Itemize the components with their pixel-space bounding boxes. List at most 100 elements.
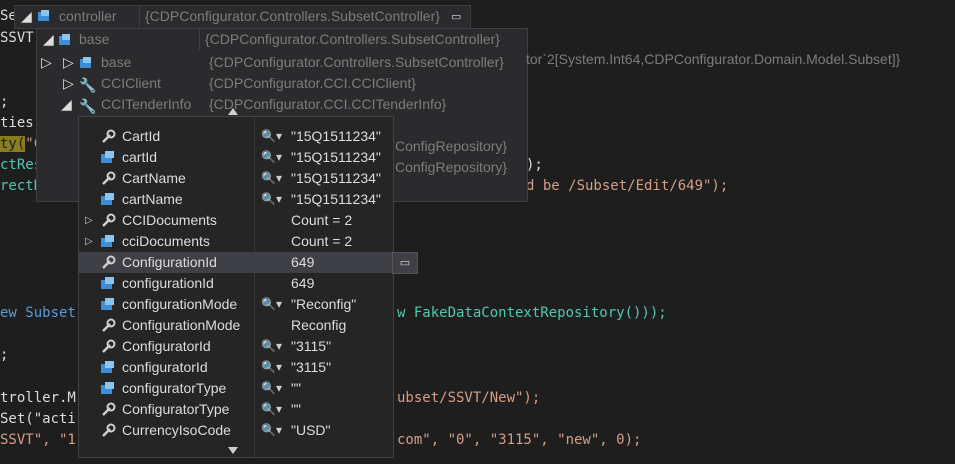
property-value[interactable]: "3115"	[291, 336, 331, 357]
magnifier-icon[interactable]: 🔍▾	[261, 336, 282, 357]
expand-arrow-icon[interactable]: ▷	[85, 210, 93, 231]
code-line: ubset/SSVT/New");	[397, 390, 541, 406]
grid-row[interactable]: cartName 🔍▾ "15Q1511234"	[79, 189, 393, 210]
wrench-icon	[100, 339, 116, 354]
truncated-value: ConfigRepository}	[395, 159, 508, 175]
wrench-icon	[100, 402, 116, 417]
magnifier-icon[interactable]: 🔍▾	[261, 168, 282, 189]
datatip-value: {CDPConfigurator.CCI.CCIClient}	[209, 75, 416, 91]
grid-row[interactable]: CartName 🔍▾ "15Q1511234"	[79, 168, 393, 189]
property-name: ConfiguratorId	[122, 338, 211, 354]
property-value[interactable]: "15Q1511234"	[291, 147, 381, 168]
wrench-icon	[100, 171, 116, 186]
grid-row[interactable]: configurationId 649	[79, 273, 393, 294]
grid-row[interactable]: CurrencyIsoCode 🔍▾ "USD"	[79, 420, 393, 441]
grid-row[interactable]: configuratorId 🔍▾ "3115"	[79, 357, 393, 378]
field-icon	[58, 32, 72, 46]
property-name: CartId	[122, 128, 161, 144]
pin-icon[interactable]: ▭	[451, 7, 461, 28]
code-line: ;	[0, 94, 9, 110]
wrench-icon	[100, 423, 116, 438]
property-value[interactable]: Reconfig	[291, 315, 346, 336]
datatip-name: CCITenderInfo	[101, 96, 192, 112]
expand-arrow-icon[interactable]: ◢	[43, 29, 54, 50]
magnifier-icon[interactable]: 🔍▾	[261, 147, 282, 168]
property-value[interactable]: ""	[291, 378, 301, 399]
grid-row[interactable]: cartId 🔍▾ "15Q1511234"	[79, 147, 393, 168]
wrench-icon	[100, 255, 116, 270]
grid-row[interactable]: configuratorType 🔍▾ ""	[79, 378, 393, 399]
grid-row[interactable]: ConfigurationId 649	[79, 252, 393, 273]
property-value[interactable]: ""	[291, 399, 301, 420]
grid-row[interactable]: ▷ cciDocuments Count = 2	[79, 231, 393, 252]
datatip-name: controller	[59, 8, 117, 24]
property-name: ConfigurationMode	[122, 317, 241, 333]
wrench-icon: 🔧	[79, 77, 97, 93]
magnifier-icon[interactable]: 🔍▾	[261, 294, 282, 315]
wrench-icon	[100, 213, 116, 228]
property-value[interactable]: "15Q1511234"	[291, 168, 381, 189]
grid-row[interactable]: configurationMode 🔍▾ "Reconfig"	[79, 294, 393, 315]
property-value[interactable]: 649	[291, 252, 314, 273]
field-icon	[100, 234, 116, 249]
code-line: SSVT	[0, 30, 34, 46]
field-icon	[100, 381, 116, 396]
code-line: w FakeDataContextRepository()));	[397, 305, 667, 321]
property-name: configuratorType	[122, 380, 227, 396]
magnifier-icon[interactable]: 🔍▾	[261, 126, 282, 147]
magnifier-icon[interactable]: 🔍▾	[261, 357, 282, 378]
grid-row[interactable]: CartId 🔍▾ "15Q1511234"	[79, 126, 393, 147]
property-grid[interactable]: CartId 🔍▾ "15Q1511234" cartId 🔍▾ "15Q1511234"…	[78, 108, 394, 458]
property-value[interactable]: Count = 2	[291, 231, 352, 252]
property-name: CCIDocuments	[122, 212, 217, 228]
expand-arrow-icon[interactable]: ▷	[63, 52, 74, 73]
truncated-value: tor`2[System.Int64,CDPConfigurator.Domai…	[526, 51, 901, 67]
field-icon	[100, 276, 116, 291]
wrench-icon	[100, 318, 116, 333]
expand-arrow-icon[interactable]: ◢	[61, 94, 72, 115]
expand-arrow-icon[interactable]: ▷	[85, 231, 93, 252]
magnifier-icon[interactable]: 🔍▾	[261, 189, 282, 210]
property-value[interactable]: "15Q1511234"	[291, 126, 381, 147]
expand-arrow-icon[interactable]: ▷	[63, 73, 74, 94]
field-icon	[37, 8, 51, 22]
property-name: CartName	[122, 170, 186, 186]
property-name: cartId	[122, 149, 158, 165]
expand-arrow-icon[interactable]: ◢	[21, 6, 32, 27]
property-name: configurationMode	[122, 296, 238, 312]
code-line: d be /Subset/Edit/649");	[526, 178, 729, 194]
property-value[interactable]: Count = 2	[291, 210, 352, 231]
property-name: configuratorId	[122, 359, 208, 375]
property-name: ConfigurationId	[122, 254, 217, 270]
magnifier-icon[interactable]: 🔍▾	[261, 420, 282, 441]
field-icon	[100, 192, 116, 207]
grid-row[interactable]: ConfigurationMode Reconfig	[79, 315, 393, 336]
pin-button[interactable]: ▭	[392, 252, 418, 274]
scroll-up-arrow-icon[interactable]	[228, 108, 238, 115]
magnifier-icon[interactable]: 🔍▾	[261, 399, 282, 420]
code-line: troller.M	[0, 390, 76, 406]
datatip-name: base	[101, 54, 132, 70]
property-value[interactable]: "3115"	[291, 357, 331, 378]
wrench-icon	[100, 129, 116, 144]
field-icon	[79, 55, 93, 69]
datatip-controller[interactable]: ◢ controller {CDPConfigurator.Controller…	[14, 5, 471, 29]
datatip-value: {CDPConfigurator.Controllers.SubsetContr…	[205, 31, 500, 47]
datatip-name: CCIClient	[101, 75, 161, 91]
grid-row[interactable]: ▷ CCIDocuments Count = 2	[79, 210, 393, 231]
scroll-down-arrow-icon[interactable]	[228, 447, 238, 454]
magnifier-icon[interactable]: 🔍▾	[261, 378, 282, 399]
code-line: ew Subset	[0, 305, 76, 321]
property-name: cartName	[122, 191, 183, 207]
property-value[interactable]: "15Q1511234"	[291, 189, 381, 210]
expand-arrow-icon[interactable]: ▷	[41, 52, 52, 73]
property-name: configurationId	[122, 275, 214, 291]
code-line: );	[526, 157, 543, 173]
grid-row[interactable]: ConfiguratorType 🔍▾ ""	[79, 399, 393, 420]
property-value[interactable]: "Reconfig"	[291, 294, 356, 315]
grid-row[interactable]: ConfiguratorId 🔍▾ "3115"	[79, 336, 393, 357]
code-line: SSVT", "1	[0, 432, 76, 448]
property-value[interactable]: "USD"	[291, 420, 331, 441]
datatip-name: base	[79, 31, 110, 47]
property-value[interactable]: 649	[291, 273, 314, 294]
